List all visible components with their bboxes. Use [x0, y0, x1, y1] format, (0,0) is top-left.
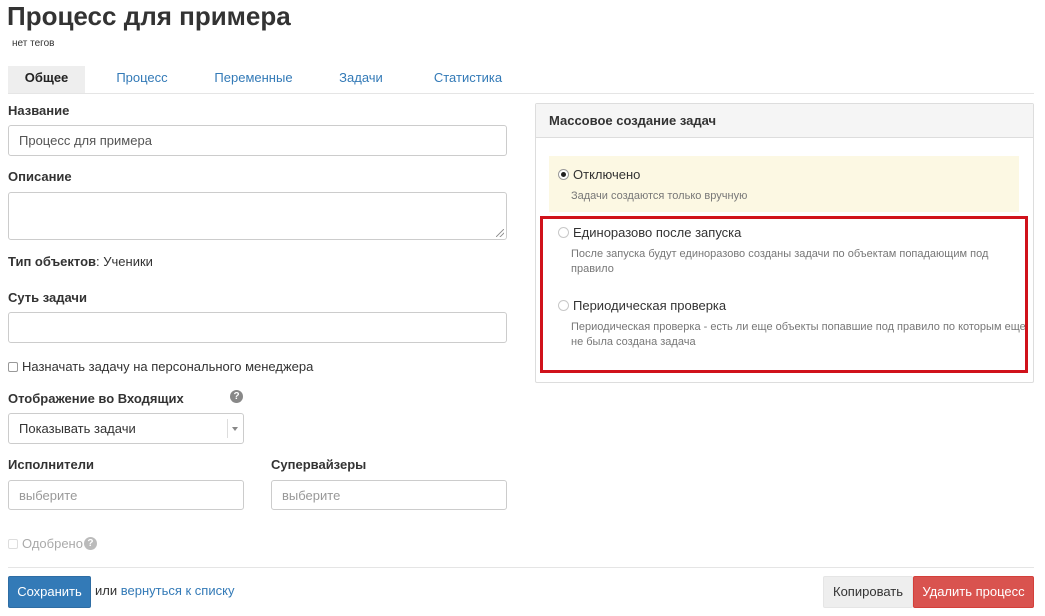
- name-label: Название: [8, 103, 70, 118]
- mass-creation-heading: Массовое создание задач: [536, 104, 1033, 138]
- tab-tasks[interactable]: Задачи: [326, 66, 396, 93]
- tags-label: нет тегов: [12, 38, 55, 49]
- description-textarea[interactable]: [8, 192, 507, 240]
- supervisors-placeholder: выберите: [282, 487, 341, 503]
- save-button[interactable]: Сохранить: [8, 576, 91, 608]
- delete-process-button[interactable]: Удалить процесс: [913, 576, 1034, 608]
- or-text: или: [95, 583, 118, 598]
- task-essence-label: Суть задачи: [8, 290, 87, 305]
- footer-divider: [8, 567, 1034, 568]
- back-link-row: или вернуться к списку: [95, 583, 234, 598]
- tab-process[interactable]: Процесс: [102, 66, 182, 93]
- assign-manager-checkbox-row[interactable]: Назначать задачу на персонального менедж…: [8, 359, 313, 374]
- approved-checkbox: [8, 538, 18, 549]
- tab-general[interactable]: Общее: [8, 66, 85, 93]
- inbox-display-label: Отображение во Входящих: [8, 391, 184, 406]
- executors-label: Исполнители: [8, 457, 94, 472]
- inbox-display-select[interactable]: Показывать задачи: [8, 413, 244, 444]
- supervisors-input[interactable]: выберите: [271, 480, 507, 510]
- executors-placeholder: выберите: [19, 487, 78, 503]
- option-disabled-label: Отключено: [573, 167, 641, 182]
- approved-checkbox-row: Одобрено ?: [8, 536, 97, 551]
- object-type-label: Тип объектов: [8, 254, 97, 269]
- name-input[interactable]: Процесс для примера: [8, 125, 507, 156]
- assign-manager-label: Назначать задачу на персонального менедж…: [22, 359, 314, 374]
- back-to-list-link[interactable]: вернуться к списку: [121, 583, 235, 598]
- option-disabled[interactable]: Отключено: [558, 167, 640, 182]
- chevron-down-icon: [232, 427, 238, 431]
- description-label: Описание: [8, 169, 72, 184]
- tab-bar: Общее Процесс Переменные Задачи Статисти…: [8, 66, 1034, 94]
- executors-input[interactable]: выберите: [8, 480, 244, 510]
- approved-label: Одобрено: [22, 536, 83, 551]
- help-icon[interactable]: ?: [230, 390, 243, 403]
- radio-disabled[interactable]: [558, 169, 569, 180]
- task-essence-input[interactable]: [8, 312, 507, 343]
- name-input-value: Процесс для примера: [19, 133, 152, 148]
- object-type-value: : Ученики: [96, 254, 153, 269]
- approved-help-icon[interactable]: ?: [83, 537, 97, 550]
- page-title: Процесс для примера: [7, 1, 291, 31]
- highlight-annotation-box: [540, 216, 1028, 373]
- assign-manager-checkbox[interactable]: [8, 361, 18, 372]
- option-disabled-desc: Задачи создаются только вручную: [571, 190, 748, 202]
- resize-handle-icon[interactable]: [496, 229, 504, 237]
- tab-statistics[interactable]: Статистика: [418, 66, 518, 93]
- object-type-row: Тип объектов: Ученики: [8, 254, 153, 269]
- tab-variables[interactable]: Переменные: [205, 66, 302, 93]
- inbox-display-value: Показывать задачи: [19, 421, 136, 436]
- supervisors-label: Супервайзеры: [271, 457, 367, 472]
- copy-button[interactable]: Копировать: [823, 576, 913, 608]
